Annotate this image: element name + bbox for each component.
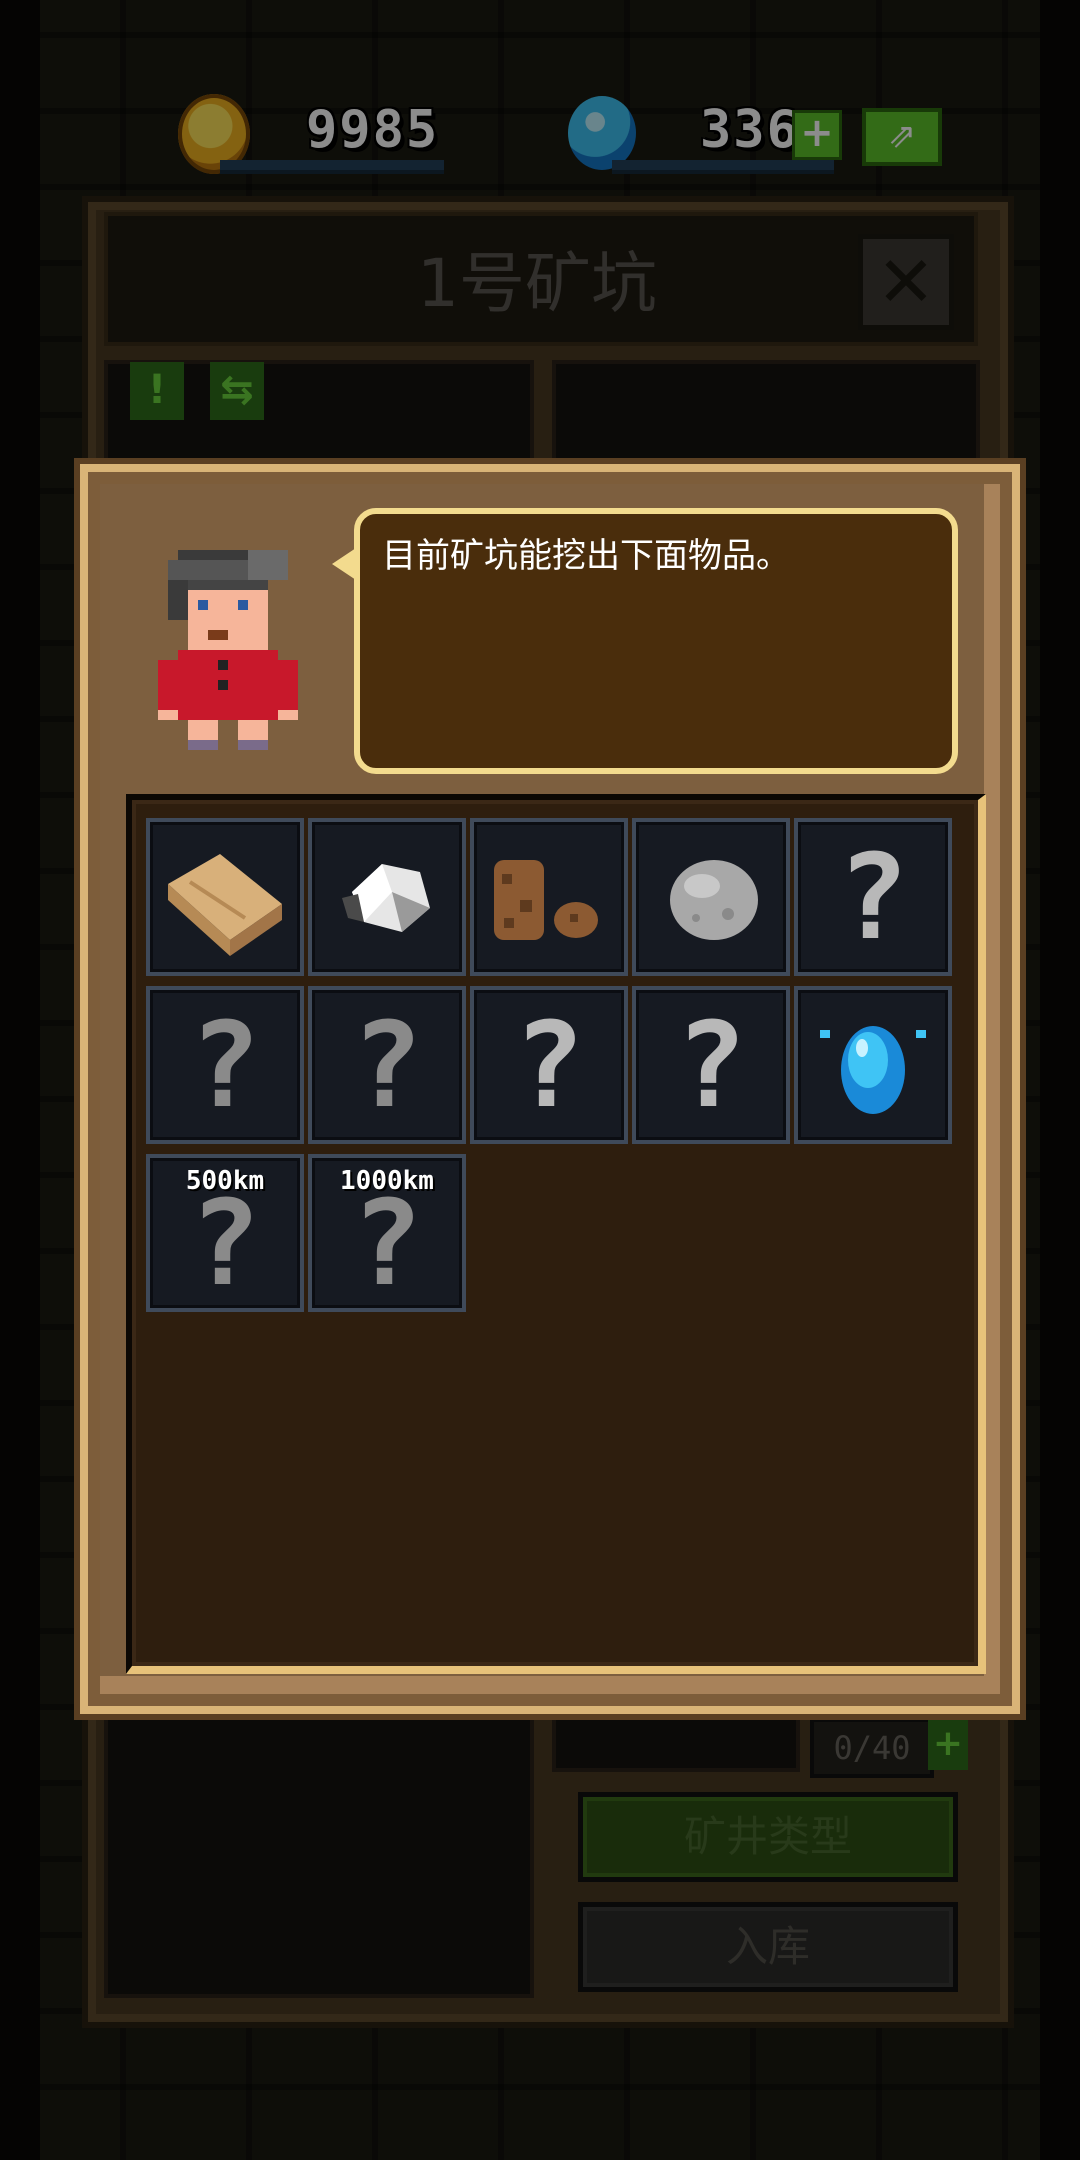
stone-icon <box>670 860 758 940</box>
blue-gem-icon <box>820 1026 926 1114</box>
depth-label: 500km <box>185 1166 265 1196</box>
item-slot-stone[interactable] <box>632 818 790 976</box>
item-slot-unknown[interactable]: ? <box>308 986 466 1144</box>
unknown-item-icon: ? <box>189 996 261 1134</box>
item-slot-unknown[interactable]: ? <box>146 986 304 1144</box>
item-slot-copper[interactable] <box>470 818 628 976</box>
unknown-item-icon: ? <box>351 996 423 1134</box>
dialog-message: 目前矿坑能挖出下面物品。 <box>382 536 790 576</box>
copper-ore-icon <box>494 860 598 940</box>
item-slot-unknown-1000km[interactable]: ? 1000km <box>308 1154 466 1312</box>
item-slot-unknown[interactable]: ? <box>794 818 952 976</box>
item-slot-unknown[interactable]: ? <box>470 986 628 1144</box>
item-slot-silver[interactable] <box>308 818 466 976</box>
item-slot-unknown-500km[interactable]: ? 500km <box>146 1154 304 1312</box>
silver-ore-icon <box>342 864 430 932</box>
unknown-item-icon: ? <box>513 996 585 1134</box>
speech-tail <box>332 548 356 580</box>
depth-label: 1000km <box>340 1166 434 1196</box>
unknown-item-icon: ? <box>675 996 747 1134</box>
item-slot-wood[interactable] <box>146 818 304 976</box>
item-slot-gem[interactable] <box>794 986 952 1144</box>
unknown-item-icon: ? <box>837 828 909 966</box>
miner-character-icon <box>158 550 298 750</box>
wood-plank-icon <box>168 854 282 956</box>
item-slot-unknown[interactable]: ? <box>632 986 790 1144</box>
